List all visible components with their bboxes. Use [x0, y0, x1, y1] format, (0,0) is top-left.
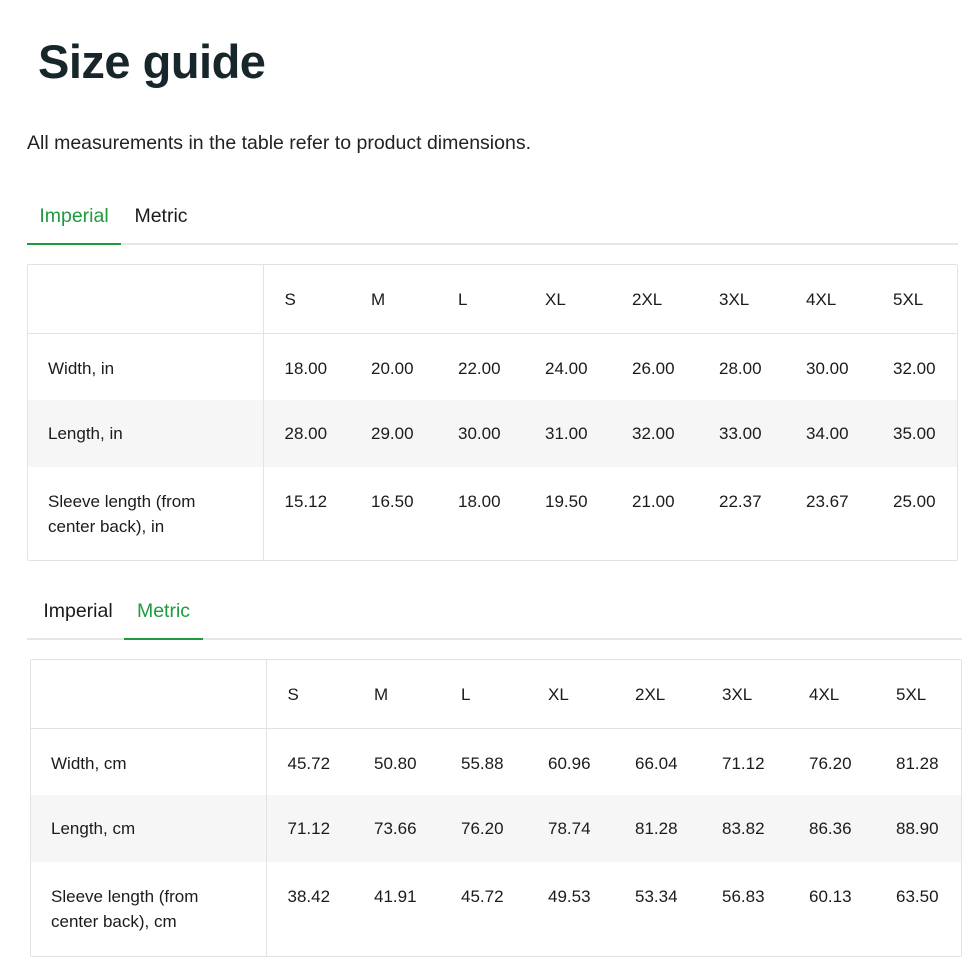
- page-title: Size guide: [38, 35, 266, 88]
- cell-value: 66.04: [635, 753, 678, 773]
- cell-value: 25.00: [893, 492, 936, 511]
- size-header: 3XL: [701, 660, 788, 729]
- cell-value: 60.96: [548, 753, 591, 773]
- table-row: Width, cm 45.72 50.80 55.88 60.96 66.04 …: [31, 728, 961, 795]
- cell-value: 81.28: [896, 753, 939, 773]
- size-header: L: [440, 660, 527, 729]
- size-header: M: [353, 660, 440, 729]
- row-label: Sleeve length (from center back), cm: [31, 862, 267, 956]
- cell-value: 32.00: [611, 400, 698, 467]
- size-header: XL: [524, 265, 611, 334]
- cell-value: 81.28: [614, 795, 701, 862]
- cell-value: 76.20: [440, 795, 527, 862]
- header-empty-cell: [31, 660, 267, 729]
- cell-value: 83.82: [701, 795, 788, 862]
- cell-value: 55.88: [461, 753, 504, 773]
- cell-value: 73.66: [353, 795, 440, 862]
- cell-value: 26.00: [632, 358, 675, 378]
- size-header: 4XL: [788, 660, 875, 729]
- cell-value: 22.00: [458, 358, 501, 378]
- cell-value: 18.00: [458, 492, 501, 511]
- cell-value: 15.12: [284, 492, 328, 511]
- cell-value: 22.37: [719, 492, 762, 511]
- cell-value: 34.00: [785, 400, 872, 467]
- cell-value: 49.53: [548, 887, 591, 906]
- tab-metric[interactable]: Metric: [127, 199, 195, 243]
- row-label: Sleeve length (from center back), in: [28, 467, 264, 560]
- size-header: S: [263, 265, 350, 334]
- cell-value: 63.50: [896, 887, 939, 906]
- table-row: Width, in 18.00 20.00 22.00 24.00 26.00 …: [28, 333, 957, 400]
- tab-metric[interactable]: Metric: [124, 594, 203, 640]
- row-label: Length, in: [28, 400, 264, 467]
- cell-value: 71.12: [722, 753, 765, 773]
- size-header: M: [350, 265, 437, 334]
- cell-value: 86.36: [788, 795, 875, 862]
- page-subtitle: All measurements in the table refer to p…: [27, 132, 532, 154]
- cell-value: 20.00: [371, 358, 414, 378]
- cell-value: 28.00: [719, 358, 762, 378]
- cell-value: 30.00: [437, 400, 524, 467]
- table-row: Sleeve length (from center back), cm 38.…: [31, 862, 961, 956]
- unit-tabs-imperial-section: Imperial Metric: [27, 199, 958, 245]
- size-table-imperial: S M L XL 2XL 3XL 4XL 5XL Width, in 18.00…: [27, 264, 958, 561]
- size-header: 2XL: [611, 265, 698, 334]
- size-header: 5XL: [872, 265, 957, 334]
- header-empty-cell: [28, 265, 264, 334]
- cell-value: 30.00: [806, 358, 849, 378]
- cell-value: 76.20: [809, 753, 852, 773]
- cell-value: 45.72: [461, 887, 504, 906]
- cell-value: 19.50: [545, 492, 588, 511]
- cell-value: 16.50: [371, 492, 414, 511]
- tab-imperial[interactable]: Imperial: [27, 199, 121, 245]
- cell-value: 21.00: [632, 492, 675, 511]
- cell-value: 78.74: [527, 795, 614, 862]
- size-header: 2XL: [614, 660, 701, 729]
- cell-value: 28.00: [263, 400, 350, 467]
- table-row: Length, in 28.00 29.00 30.00 31.00 32.00…: [28, 400, 957, 467]
- size-header: 4XL: [785, 265, 872, 334]
- cell-value: 29.00: [350, 400, 437, 467]
- cell-value: 50.80: [374, 753, 417, 773]
- cell-value: 24.00: [545, 358, 588, 378]
- cell-value: 88.90: [875, 795, 961, 862]
- unit-tabs-metric-section: Imperial Metric: [27, 594, 962, 640]
- row-label: Width, in: [28, 333, 264, 400]
- cell-value: 31.00: [524, 400, 611, 467]
- size-header: S: [266, 660, 353, 729]
- cell-value: 45.72: [287, 753, 331, 773]
- cell-value: 60.13: [809, 887, 852, 906]
- cell-value: 32.00: [893, 358, 936, 378]
- cell-value: 71.12: [266, 795, 353, 862]
- cell-value: 56.83: [722, 887, 765, 906]
- table-row: Sleeve length (from center back), in 15.…: [28, 467, 957, 560]
- cell-value: 23.67: [806, 492, 849, 511]
- size-header: XL: [527, 660, 614, 729]
- row-label: Length, cm: [31, 795, 267, 862]
- cell-value: 41.91: [374, 887, 417, 906]
- size-header: 3XL: [698, 265, 785, 334]
- cell-value: 33.00: [698, 400, 785, 467]
- tab-imperial[interactable]: Imperial: [31, 594, 125, 638]
- cell-value: 18.00: [284, 358, 328, 378]
- size-header: L: [437, 265, 524, 334]
- cell-value: 38.42: [287, 887, 331, 906]
- size-header: 5XL: [875, 660, 961, 729]
- cell-value: 35.00: [872, 400, 957, 467]
- row-label: Width, cm: [31, 728, 267, 795]
- table-row: Length, cm 71.12 73.66 76.20 78.74 81.28…: [31, 795, 961, 862]
- size-table-metric: S M L XL 2XL 3XL 4XL 5XL Width, cm 45.72…: [30, 659, 962, 957]
- cell-value: 53.34: [635, 887, 678, 906]
